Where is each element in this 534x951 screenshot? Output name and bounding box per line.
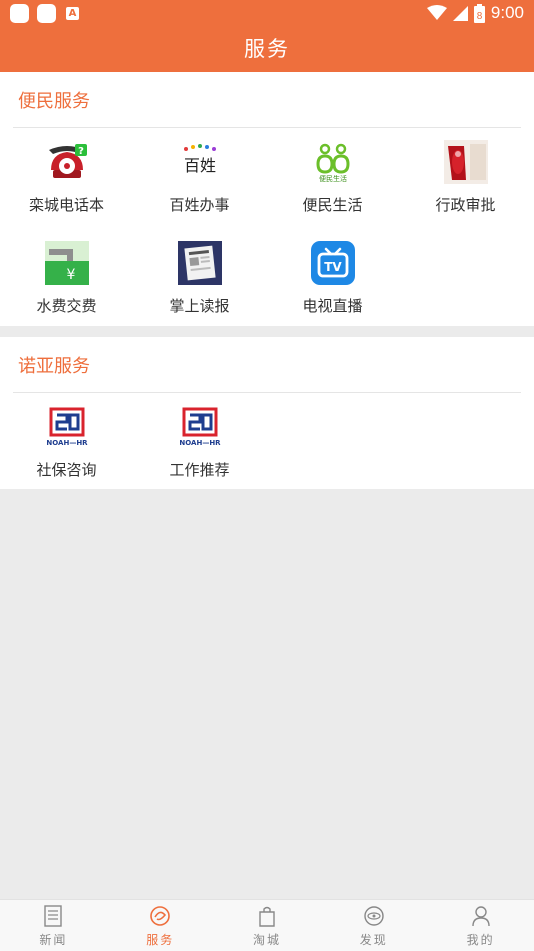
tile-baixing[interactable]: 百姓 百姓办事 [133,128,266,229]
tile-label: 水费交费 [36,297,97,315]
tab-label: 我的 [466,933,495,947]
section-title: 便民服务 [18,91,90,112]
battery-level: 8 [477,11,483,22]
shopping-bag-icon [259,906,275,927]
service-icon [150,906,170,926]
wifi-icon [426,5,447,20]
baixing-icon: 百姓 [178,140,222,184]
tile-approval[interactable]: 行政审批 [399,128,532,229]
tab-shop[interactable]: 淘城 [214,900,321,951]
tile-label: 便民生活 [302,196,363,214]
tile-phone-book[interactable]: ? 栾城电话本 [0,128,133,229]
water-fee-icon: ¥ [45,241,89,285]
tab-profile[interactable]: 我的 [427,900,534,951]
noah-hr-logo-icon: NOAH—HR [45,405,89,449]
tile-bianmin-life[interactable]: 便民生活 便民生活 [266,128,399,229]
tile-label: 社保咨询 [36,461,97,479]
approval-stamp-icon [444,140,488,184]
tile-label: 行政审批 [435,196,496,214]
tab-news[interactable]: 新闻 [0,900,107,951]
tile-newspaper[interactable]: 掌上读报 [133,229,266,330]
svg-text:?: ? [78,146,84,157]
section-title: 诺亚服务 [18,356,90,377]
svg-text:TV: TV [324,260,342,274]
section-bianmin: 便民服务 ? 栾城电话本 百姓 百姓办事 便民生活 便民生活 行政审批 ¥ 水费… [0,72,534,326]
tab-label: 服务 [146,933,175,947]
newspaper-icon [178,241,222,285]
icon-text: NOAH—HR [179,439,221,447]
section-noah: 诺亚服务 NOAH—HR 社保咨询 NOAH—HR 工作推荐 [0,337,534,489]
tv-live-icon: TV [311,241,355,285]
tab-discover[interactable]: 发现 [320,900,427,951]
tile-social-security[interactable]: NOAH—HR 社保咨询 [0,393,133,494]
tile-water-fee[interactable]: ¥ 水费交费 [0,229,133,330]
tab-label: 新闻 [39,933,68,947]
tile-label: 百姓办事 [169,196,230,214]
icon-text: NOAH—HR [46,439,88,447]
tab-label: 淘城 [252,933,281,947]
battery-icon: 8 [473,3,485,23]
tab-label: 发现 [359,933,388,947]
page-title: 服务 [0,27,534,72]
icon-text: 便民生活 [319,174,347,183]
icon-text: 百姓 [184,156,216,175]
profile-icon [471,906,490,927]
news-icon [44,905,63,927]
keyboard-indicator-icon: A [66,7,79,20]
status-bar: A 8 9:00 [0,0,534,27]
signal-icon [452,6,468,21]
tab-service[interactable]: 服务 [107,900,214,951]
tile-label: 电视直播 [302,297,363,315]
tile-label: 掌上读报 [169,297,230,315]
noah-hr-logo-icon: NOAH—HR [178,405,222,449]
tile-label: 工作推荐 [169,461,230,479]
tile-tv-live[interactable]: TV 电视直播 [266,229,399,330]
bianmin-life-icon: 便民生活 [311,140,355,184]
discover-icon [364,906,384,926]
bottom-tab-bar: 新闻 服务 淘城 发现 我的 [0,899,534,951]
tile-label: 栾城电话本 [28,196,104,214]
notification-icon [10,4,29,23]
tile-job-recommend[interactable]: NOAH—HR 工作推荐 [133,393,266,494]
clock: 9:00 [490,3,524,22]
svg-text:¥: ¥ [67,267,76,283]
phone-book-icon: ? [45,140,89,184]
notification-icon [37,4,56,23]
